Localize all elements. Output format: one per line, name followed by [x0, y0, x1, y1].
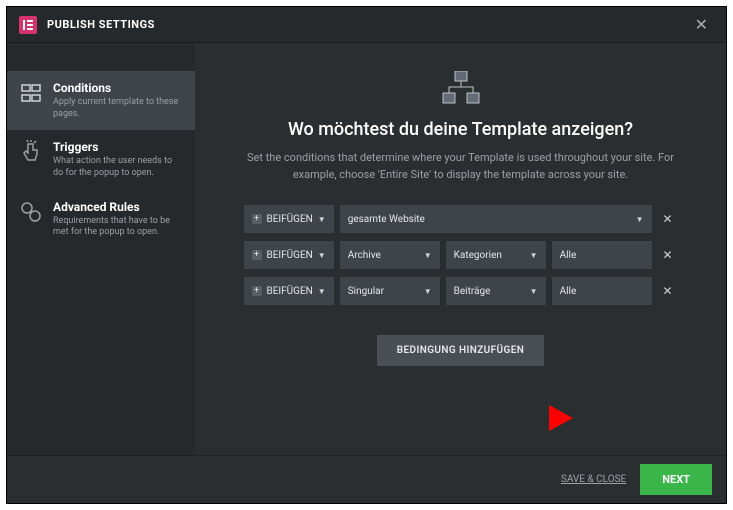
conditions-list: + BEIFÜGEN ▼ gesamte Website ▼ ✕ + BEIFÜ…	[244, 205, 678, 305]
main-heading: Wo möchtest du deine Template anzeigen?	[288, 119, 633, 140]
sidebar-item-conditions[interactable]: Conditions Apply current template to the…	[7, 71, 195, 130]
triggers-icon	[19, 140, 43, 164]
chevron-down-icon: ▼	[530, 251, 538, 260]
add-condition-button[interactable]: BEDINGUNG HINZUFÜGEN	[377, 335, 544, 366]
plus-icon: +	[252, 286, 262, 296]
main-subtext: Set the conditions that determine where …	[246, 150, 676, 183]
chevron-down-icon: ▼	[530, 287, 538, 296]
condition-select[interactable]: Kategorien ▼	[446, 241, 546, 269]
modal-title: PUBLISH SETTINGS	[47, 18, 155, 31]
next-button[interactable]: NEXT	[640, 464, 712, 495]
include-toggle[interactable]: + BEIFÜGEN ▼	[244, 241, 334, 269]
condition-row: + BEIFÜGEN ▼ Archive ▼ Kategorien ▼ Alle	[244, 241, 678, 269]
condition-row: + BEIFÜGEN ▼ Singular ▼ Beiträge ▼ Alle	[244, 277, 678, 305]
advanced-rules-icon	[19, 200, 43, 224]
close-icon[interactable]: ✕	[689, 11, 714, 38]
chevron-down-icon: ▼	[424, 251, 432, 260]
chevron-down-icon: ▼	[318, 215, 326, 224]
condition-select[interactable]: gesamte Website ▼	[340, 205, 652, 233]
remove-condition-icon[interactable]: ✕	[658, 277, 678, 305]
sidebar-item-desc: Requirements that have to be met for the…	[53, 216, 183, 239]
publish-settings-modal: PUBLISH SETTINGS ✕ Conditions Apply curr…	[6, 6, 727, 504]
save-and-close-link[interactable]: SAVE & CLOSE	[561, 474, 626, 485]
condition-select[interactable]: Archive ▼	[340, 241, 440, 269]
elementor-logo	[19, 16, 37, 34]
chevron-down-icon: ▼	[318, 287, 326, 296]
condition-select[interactable]: Singular ▼	[340, 277, 440, 305]
sitemap-icon	[441, 71, 481, 105]
sidebar-item-desc: What action the user needs to do for the…	[53, 156, 183, 179]
chevron-down-icon: ▼	[636, 215, 644, 224]
footer: SAVE & CLOSE NEXT	[7, 455, 726, 503]
plus-icon: +	[252, 250, 262, 260]
main-panel: Wo möchtest du deine Template anzeigen? …	[195, 43, 726, 455]
condition-row: + BEIFÜGEN ▼ gesamte Website ▼ ✕	[244, 205, 678, 233]
sidebar-item-title: Conditions	[53, 81, 183, 95]
sidebar-item-title: Advanced Rules	[53, 200, 183, 214]
sidebar-item-desc: Apply current template to these pages.	[53, 97, 183, 120]
include-toggle[interactable]: + BEIFÜGEN ▼	[244, 205, 334, 233]
remove-condition-icon[interactable]: ✕	[658, 241, 678, 269]
chevron-down-icon: ▼	[424, 287, 432, 296]
plus-icon: +	[252, 214, 262, 224]
annotation-arrow	[483, 393, 573, 447]
condition-select[interactable]: Alle	[552, 241, 652, 269]
sidebar-item-advanced-rules[interactable]: Advanced Rules Requirements that have to…	[7, 190, 195, 249]
condition-select[interactable]: Alle	[552, 277, 652, 305]
condition-select[interactable]: Beiträge ▼	[446, 277, 546, 305]
sidebar-item-triggers[interactable]: Triggers What action the user needs to d…	[7, 130, 195, 189]
chevron-down-icon: ▼	[318, 251, 326, 260]
include-toggle[interactable]: + BEIFÜGEN ▼	[244, 277, 334, 305]
conditions-icon	[19, 81, 43, 105]
sidebar: Conditions Apply current template to the…	[7, 43, 195, 455]
sidebar-item-title: Triggers	[53, 140, 183, 154]
remove-condition-icon[interactable]: ✕	[658, 205, 678, 233]
modal-body: Conditions Apply current template to the…	[7, 43, 726, 455]
titlebar: PUBLISH SETTINGS ✕	[7, 7, 726, 43]
